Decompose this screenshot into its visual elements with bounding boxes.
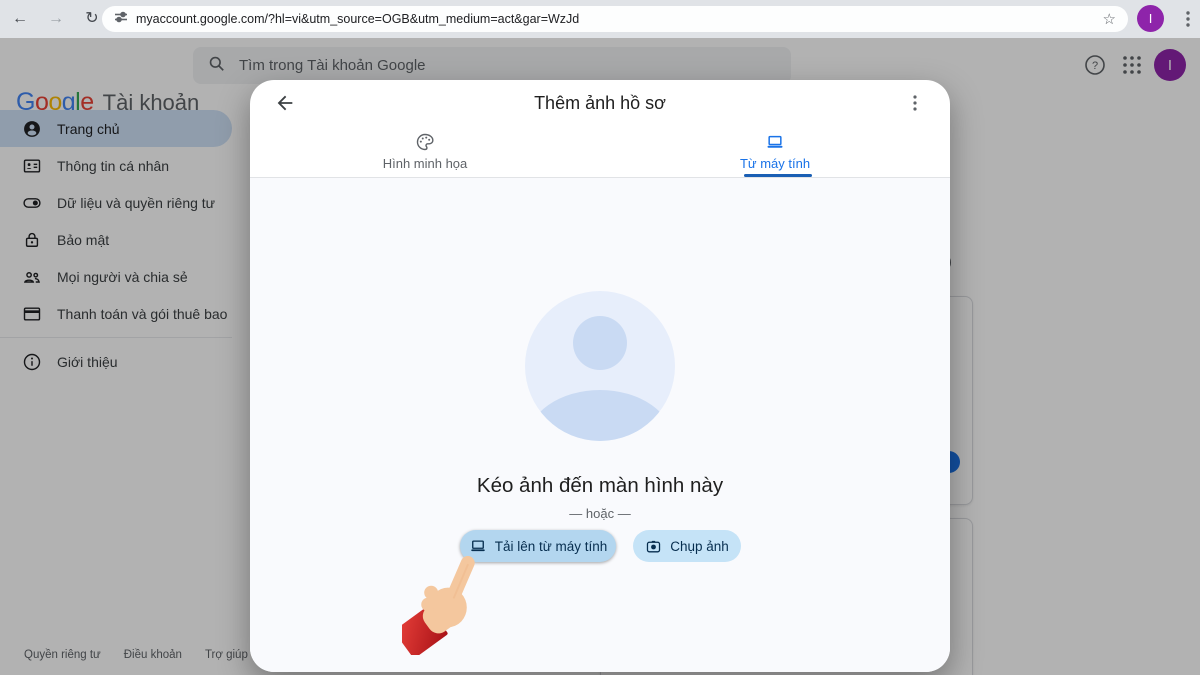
browser-forward-icon[interactable]: → (44, 9, 68, 29)
laptop-icon (765, 132, 785, 152)
camera-icon (645, 538, 662, 555)
screen: ← → ↻ myaccount.google.com/?hl=vi&utm_so… (0, 0, 1200, 675)
button-label: Tải lên từ máy tính (495, 539, 608, 554)
palette-icon (415, 132, 435, 152)
dialog-more-options-icon[interactable] (904, 92, 926, 114)
laptop-icon (469, 537, 487, 555)
browser-menu-icon[interactable] (1180, 8, 1196, 35)
dialog-title: Thêm ảnh hồ sơ (250, 93, 950, 114)
tab-label: Từ máy tính (740, 156, 810, 171)
browser-profile-avatar[interactable]: I (1137, 5, 1164, 32)
or-separator-text: — hoặc — (250, 506, 950, 521)
drop-instruction-text: Kéo ảnh đến màn hình này (250, 474, 950, 498)
site-settings-icon[interactable] (114, 10, 128, 29)
add-profile-photo-dialog: Thêm ảnh hồ sơ Hình minh họa Từ máy tính (250, 80, 950, 672)
tab-label: Hình minh họa (383, 156, 468, 171)
upload-from-computer-button[interactable]: Tải lên từ máy tính (460, 530, 616, 562)
tab-illustration[interactable]: Hình minh họa (250, 126, 600, 176)
profile-photo-placeholder (525, 291, 675, 441)
tab-from-computer[interactable]: Từ máy tính (600, 126, 950, 176)
url-text: myaccount.google.com/?hl=vi&utm_source=O… (136, 12, 579, 26)
browser-back-icon[interactable]: ← (8, 9, 32, 29)
bookmark-star-icon[interactable]: ☆ (1103, 10, 1116, 28)
button-label: Chụp ảnh (670, 539, 729, 554)
address-bar[interactable]: myaccount.google.com/?hl=vi&utm_source=O… (102, 6, 1128, 32)
browser-chrome: ← → ↻ myaccount.google.com/?hl=vi&utm_so… (0, 0, 1200, 38)
browser-reload-icon[interactable]: ↻ (80, 9, 104, 29)
take-photo-button[interactable]: Chụp ảnh (633, 530, 741, 562)
drop-zone[interactable]: Kéo ảnh đến màn hình này — hoặc — Tải lê… (250, 178, 950, 672)
